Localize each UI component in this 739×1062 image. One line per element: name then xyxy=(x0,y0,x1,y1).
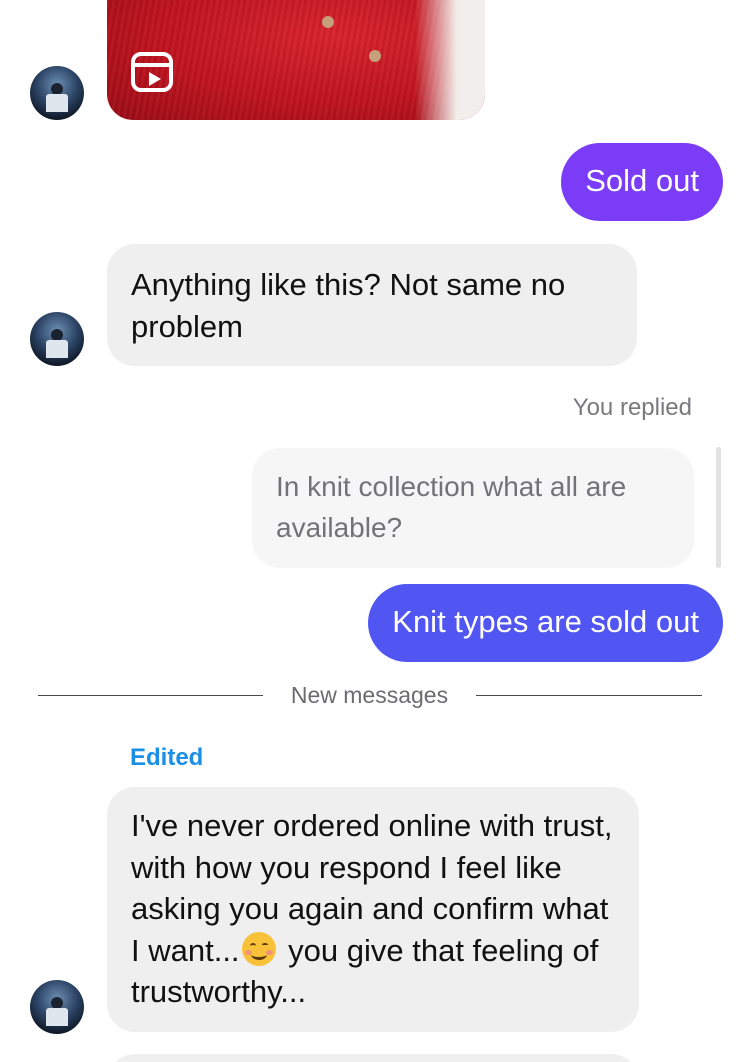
divider-left xyxy=(38,695,263,696)
avatar[interactable] xyxy=(30,980,84,1034)
reply-label: You replied xyxy=(572,394,692,421)
divider-right xyxy=(476,695,702,696)
quoted-text: In knit collection what all are availabl… xyxy=(276,471,627,543)
new-messages-separator: New messages xyxy=(290,682,449,708)
sent-message-bubble[interactable]: Knit types are sold out xyxy=(368,584,723,662)
received-message-bubble[interactable]: Anything like this? Not same no problem xyxy=(107,244,637,366)
avatar[interactable] xyxy=(30,66,84,120)
message-text: Sold out xyxy=(585,163,699,198)
edited-label[interactable]: Edited xyxy=(130,744,203,772)
reply-indicator-bar xyxy=(716,447,721,568)
reels-icon xyxy=(131,52,173,92)
next-message-bubble[interactable] xyxy=(107,1054,639,1062)
sent-message-bubble[interactable]: Sold out xyxy=(561,143,723,221)
received-message-bubble[interactable]: I've never ordered online with trust, wi… xyxy=(107,787,639,1032)
message-text: Anything like this? Not same no problem xyxy=(131,267,566,344)
quoted-reply-bubble[interactable]: In knit collection what all are availabl… xyxy=(252,448,694,568)
message-text: Knit types are sold out xyxy=(392,604,699,639)
smiling-face-emoji-icon xyxy=(241,931,276,966)
reel-attachment[interactable] xyxy=(107,0,485,120)
avatar[interactable] xyxy=(30,312,84,366)
